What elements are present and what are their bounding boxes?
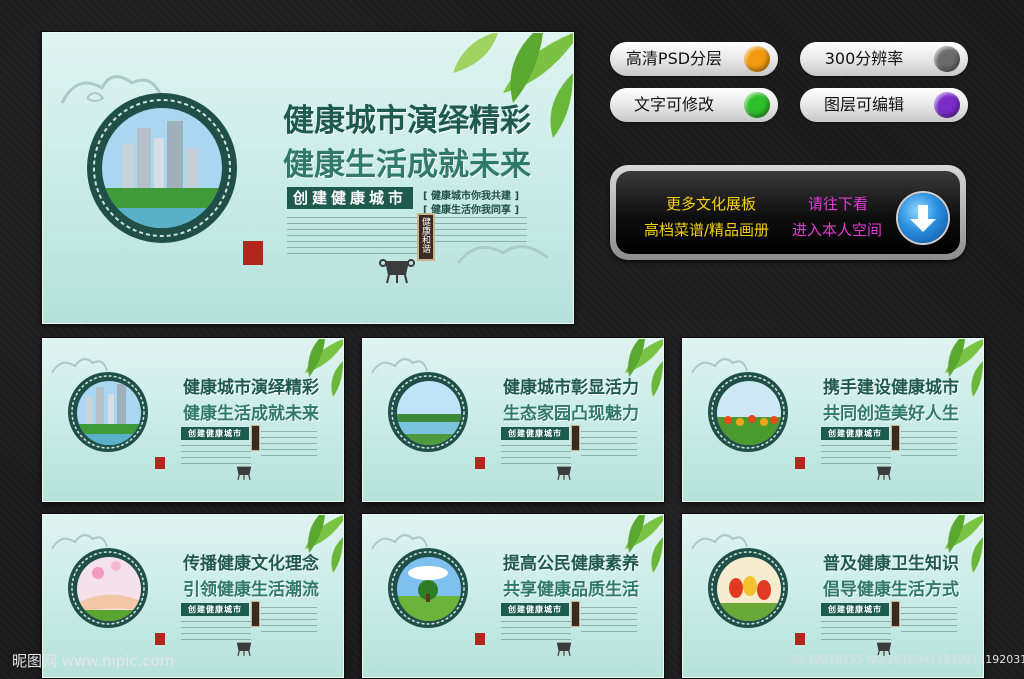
thumbnail-subtitle: 生态家园凸现魅力 [503,404,639,424]
thumbnail-subtitle: 倡导健康生活方式 [823,580,959,600]
thumbnail-body-text-right [901,431,957,461]
image-id-text: ID:19210155 NO:20180411230011192031 [792,653,1024,666]
main-banner: 创建健康城市 [287,187,413,209]
thumbnail-title: 携手建设健康城市 [823,378,959,398]
promo-line2-right: 进入本人空间 [792,221,883,239]
promo-line1-right: 请往下看 [808,195,869,213]
feature-label: 高清PSD分层 [625,49,723,68]
scene-medallion [68,548,148,628]
promo-line2-left: 高档菜谱/精品画册 [644,221,770,239]
thumbnail-title: 健康城市彰显活力 [503,378,639,398]
download-button[interactable] [898,193,948,243]
vertical-plaque [571,601,580,627]
thumbnail-panel[interactable]: 健康城市彰显活力 生态家园凸现魅力 创建健康城市 [362,338,664,502]
red-seal [795,457,805,469]
thumbnail-panel[interactable]: 携手建设健康城市 共同创造美好人生 创建健康城市 [682,338,984,502]
main-title: 健康城市演绎精彩 [283,103,531,139]
thumbnail-banner: 创建健康城市 [181,603,249,616]
promo-inner: 更多文化展板 请往下看 高档菜谱/精品画册 进入本人空间 [616,171,960,254]
feature-pill-layers: 图层可编辑 [800,88,968,122]
thumbnail-body-text-right [581,431,637,461]
scene-medallion [708,548,788,628]
thumbnail-body-text-right [581,607,637,637]
red-seal [475,633,485,645]
green-dot-icon [744,92,770,118]
red-seal [475,457,485,469]
promo-line1-left: 更多文化展板 [666,195,757,213]
feature-label: 图层可编辑 [823,95,904,114]
feature-pill-text: 文字可修改 [610,88,778,122]
vertical-plaque-text: 健康和谐 [420,217,430,253]
feature-label: 文字可修改 [633,95,714,114]
bronze-vessel-icon [236,642,252,656]
purple-dot-icon [934,92,960,118]
scene-medallion [388,372,468,452]
thumbnail-banner: 创建健康城市 [501,427,569,440]
cloud-ornament-icon [456,245,549,264]
slogan-1: [ 健康城市你我共建 ] [423,191,520,202]
gray-dot-icon [934,46,960,72]
download-arrow-icon [910,205,936,232]
thumbnail-title: 普及健康卫生知识 [823,554,959,574]
red-seal [243,241,263,265]
red-seal [155,633,165,645]
bronze-vessel-icon [379,259,415,284]
vertical-plaque [571,425,580,451]
vertical-plaque [251,425,260,451]
feature-label: 300分辨率 [824,49,904,68]
vertical-plaque: 健康和谐 [417,213,435,261]
thumbnail-body-text-right [901,607,957,637]
thumbnail-banner: 创建健康城市 [181,427,249,440]
scene-medallion [708,372,788,452]
thumbnail-body-text-right [261,431,317,461]
bronze-vessel-icon [236,466,252,480]
vertical-plaque [891,425,900,451]
feature-pill-psd: 高清PSD分层 [610,42,778,76]
vertical-plaque [891,601,900,627]
thumbnail-subtitle: 健康生活成就未来 [183,404,319,424]
slogan-2: [ 健康生活你我同享 ] [423,205,520,216]
thumbnail-panel[interactable]: 提高公民健康素养 共享健康品质生活 创建健康城市 [362,514,664,678]
orange-dot-icon [744,46,770,72]
main-preview-panel: 健康城市演绎精彩 健康生活成就未来 创建健康城市 [ 健康城市你我共建 ] [ … [42,32,574,324]
thumbnail-subtitle: 共同创造美好人生 [823,404,959,424]
vertical-plaque [251,601,260,627]
thumbnail-title: 健康城市演绎精彩 [183,378,319,398]
thumbnail-title: 传播健康文化理念 [183,554,319,574]
scene-medallion [68,372,148,452]
feature-pill-resolution: 300分辨率 [800,42,968,76]
red-seal [795,633,805,645]
thumbnail-subtitle: 引领健康生活潮流 [183,580,319,600]
city-medallion [87,93,237,243]
thumbnail-banner: 创建健康城市 [821,603,889,616]
site-watermark: 昵图网 www.nipic.com [12,652,175,670]
thumbnail-panel[interactable]: 健康城市演绎精彩 健康生活成就未来 创建健康城市 [42,338,344,502]
scene-medallion [388,548,468,628]
thumbnail-banner: 创建健康城市 [501,603,569,616]
bronze-vessel-icon [876,466,892,480]
bronze-vessel-icon [556,466,572,480]
main-body-text [287,217,417,259]
bronze-vessel-icon [556,642,572,656]
thumbnail-subtitle: 共享健康品质生活 [503,580,639,600]
main-subtitle: 健康生活成就未来 [283,147,531,183]
red-seal [155,457,165,469]
thumbnail-banner: 创建健康城市 [821,427,889,440]
promo-box[interactable]: 更多文化展板 请往下看 高档菜谱/精品画册 进入本人空间 [610,165,966,260]
thumbnail-title: 提高公民健康素养 [503,554,639,574]
city-scene-image [89,95,235,241]
thumbnail-body-text-right [261,607,317,637]
